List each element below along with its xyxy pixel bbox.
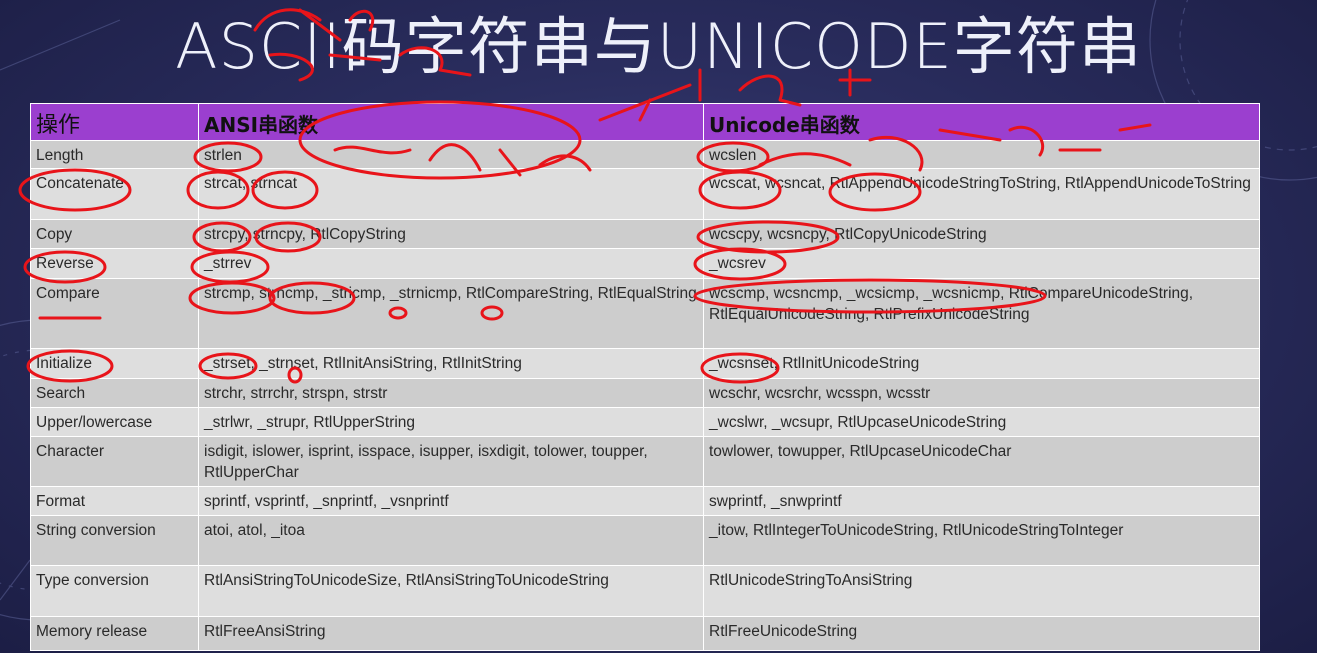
header-operation: 操作 xyxy=(30,103,199,141)
ansi-cell: strcmp, strncmp, _stricmp, _strnicmp, Rt… xyxy=(198,278,704,349)
table-row: Compare strcmp, strncmp, _stricmp, _strn… xyxy=(30,278,1260,349)
unicode-cell: RtlFreeUnicodeString xyxy=(703,616,1260,651)
table-row: Memory release RtlFreeAnsiString RtlFree… xyxy=(30,616,1260,651)
ansi-cell: strchr, strrchr, strspn, strstr xyxy=(198,378,704,408)
table-row: Reverse _strrev _wcsrev xyxy=(30,248,1260,279)
ansi-cell: RtlFreeAnsiString xyxy=(198,616,704,651)
operation-cell: Reverse xyxy=(30,248,199,279)
operation-cell: Compare xyxy=(30,278,199,349)
operation-cell: Character xyxy=(30,436,199,487)
ansi-cell: _strset, _strnset, RtlInitAnsiString, Rt… xyxy=(198,348,704,379)
unicode-cell: RtlUnicodeStringToAnsiString xyxy=(703,565,1260,617)
ansi-cell: atoi, atol, _itoa xyxy=(198,515,704,566)
ansi-cell: RtlAnsiStringToUnicodeSize, RtlAnsiStrin… xyxy=(198,565,704,617)
operation-cell: Upper/lowercase xyxy=(30,407,199,437)
operation-cell: Copy xyxy=(30,219,199,249)
table-row: String conversion atoi, atol, _itoa _ito… xyxy=(30,515,1260,566)
slide-title: ASCII码字符串与UNICODE字符串 xyxy=(175,10,1142,83)
operation-cell: Memory release xyxy=(30,616,199,651)
ansi-cell: strcpy, strncpy, RtlCopyString xyxy=(198,219,704,249)
table-row: Format sprintf, vsprintf, _snprintf, _vs… xyxy=(30,486,1260,516)
unicode-cell: _wcslwr, _wcsupr, RtlUpcaseUnicodeString xyxy=(703,407,1260,437)
ansi-cell: _strrev xyxy=(198,248,704,279)
table-row: Length strlen wcslen xyxy=(30,140,1260,169)
unicode-cell: wcschr, wcsrchr, wcsspn, wcsstr xyxy=(703,378,1260,408)
table-row: Type conversion RtlAnsiStringToUnicodeSi… xyxy=(30,565,1260,617)
unicode-cell: _wcsrev xyxy=(703,248,1260,279)
operation-cell: Concatenate xyxy=(30,168,199,220)
table-row: Character isdigit, islower, isprint, iss… xyxy=(30,436,1260,487)
ansi-cell: _strlwr, _strupr, RtlUpperString xyxy=(198,407,704,437)
unicode-cell: towlower, towupper, RtlUpcaseUnicodeChar xyxy=(703,436,1260,487)
header-ansi-functions: ANSI串函数 xyxy=(198,103,704,141)
unicode-cell: swprintf, _snwprintf xyxy=(703,486,1260,516)
ansi-cell: strcat, strncat xyxy=(198,168,704,220)
operation-cell: Length xyxy=(30,140,199,169)
table-row: Search strchr, strrchr, strspn, strstr w… xyxy=(30,378,1260,408)
unicode-cell: wcscpy, wcsncpy, RtlCopyUnicodeString xyxy=(703,219,1260,249)
unicode-cell: wcscmp, wcsncmp, _wcsicmp, _wcsnicmp, Rt… xyxy=(703,278,1260,349)
operation-cell: String conversion xyxy=(30,515,199,566)
unicode-cell: _wcsnset, RtlInitUnicodeString xyxy=(703,348,1260,379)
ansi-cell: isdigit, islower, isprint, isspace, isup… xyxy=(198,436,704,487)
table-header-row: 操作 ANSI串函数 Unicode串函数 xyxy=(30,103,1260,141)
unicode-cell: wcslen xyxy=(703,140,1260,169)
operation-cell: Initialize xyxy=(30,348,199,379)
table-row: Copy strcpy, strncpy, RtlCopyString wcsc… xyxy=(30,219,1260,249)
header-unicode-functions: Unicode串函数 xyxy=(703,103,1260,141)
table-row: Initialize _strset, _strnset, RtlInitAns… xyxy=(30,348,1260,379)
table-row: Concatenate strcat, strncat wcscat, wcsn… xyxy=(30,168,1260,220)
function-table: 操作 ANSI串函数 Unicode串函数 Length strlen wcsl… xyxy=(30,103,1260,651)
table-row: Upper/lowercase _strlwr, _strupr, RtlUpp… xyxy=(30,407,1260,437)
operation-cell: Type conversion xyxy=(30,565,199,617)
operation-cell: Search xyxy=(30,378,199,408)
unicode-cell: _itow, RtlIntegerToUnicodeString, RtlUni… xyxy=(703,515,1260,566)
ansi-cell: strlen xyxy=(198,140,704,169)
operation-cell: Format xyxy=(30,486,199,516)
unicode-cell: wcscat, wcsncat, RtlAppendUnicodeStringT… xyxy=(703,168,1260,220)
ansi-cell: sprintf, vsprintf, _snprintf, _vsnprintf xyxy=(198,486,704,516)
